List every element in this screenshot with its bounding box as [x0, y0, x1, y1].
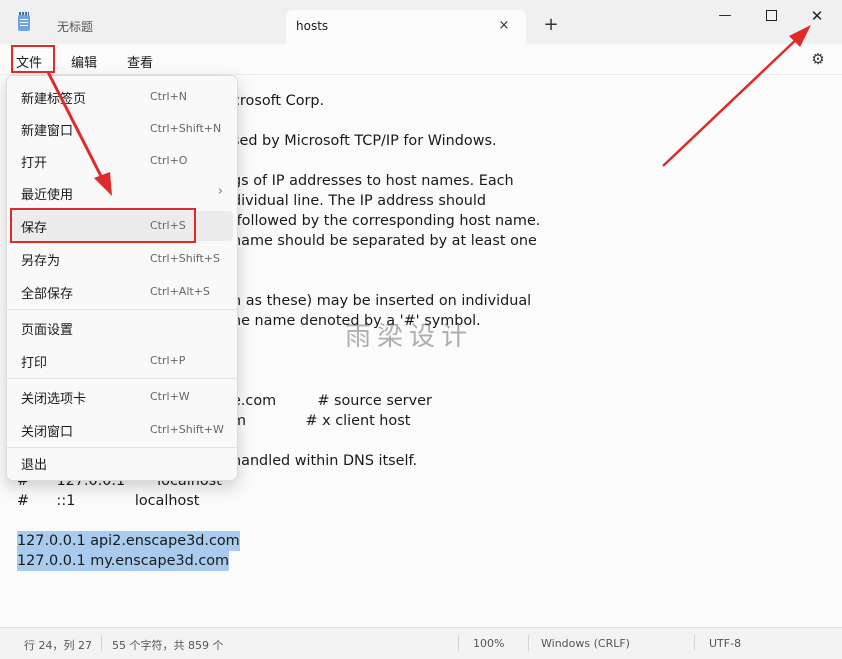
arrow-to-close-line [662, 35, 801, 167]
arrow-to-save-head [94, 172, 112, 196]
annotation-arrows [46, 25, 811, 196]
arrow-to-save-line [46, 71, 106, 183]
